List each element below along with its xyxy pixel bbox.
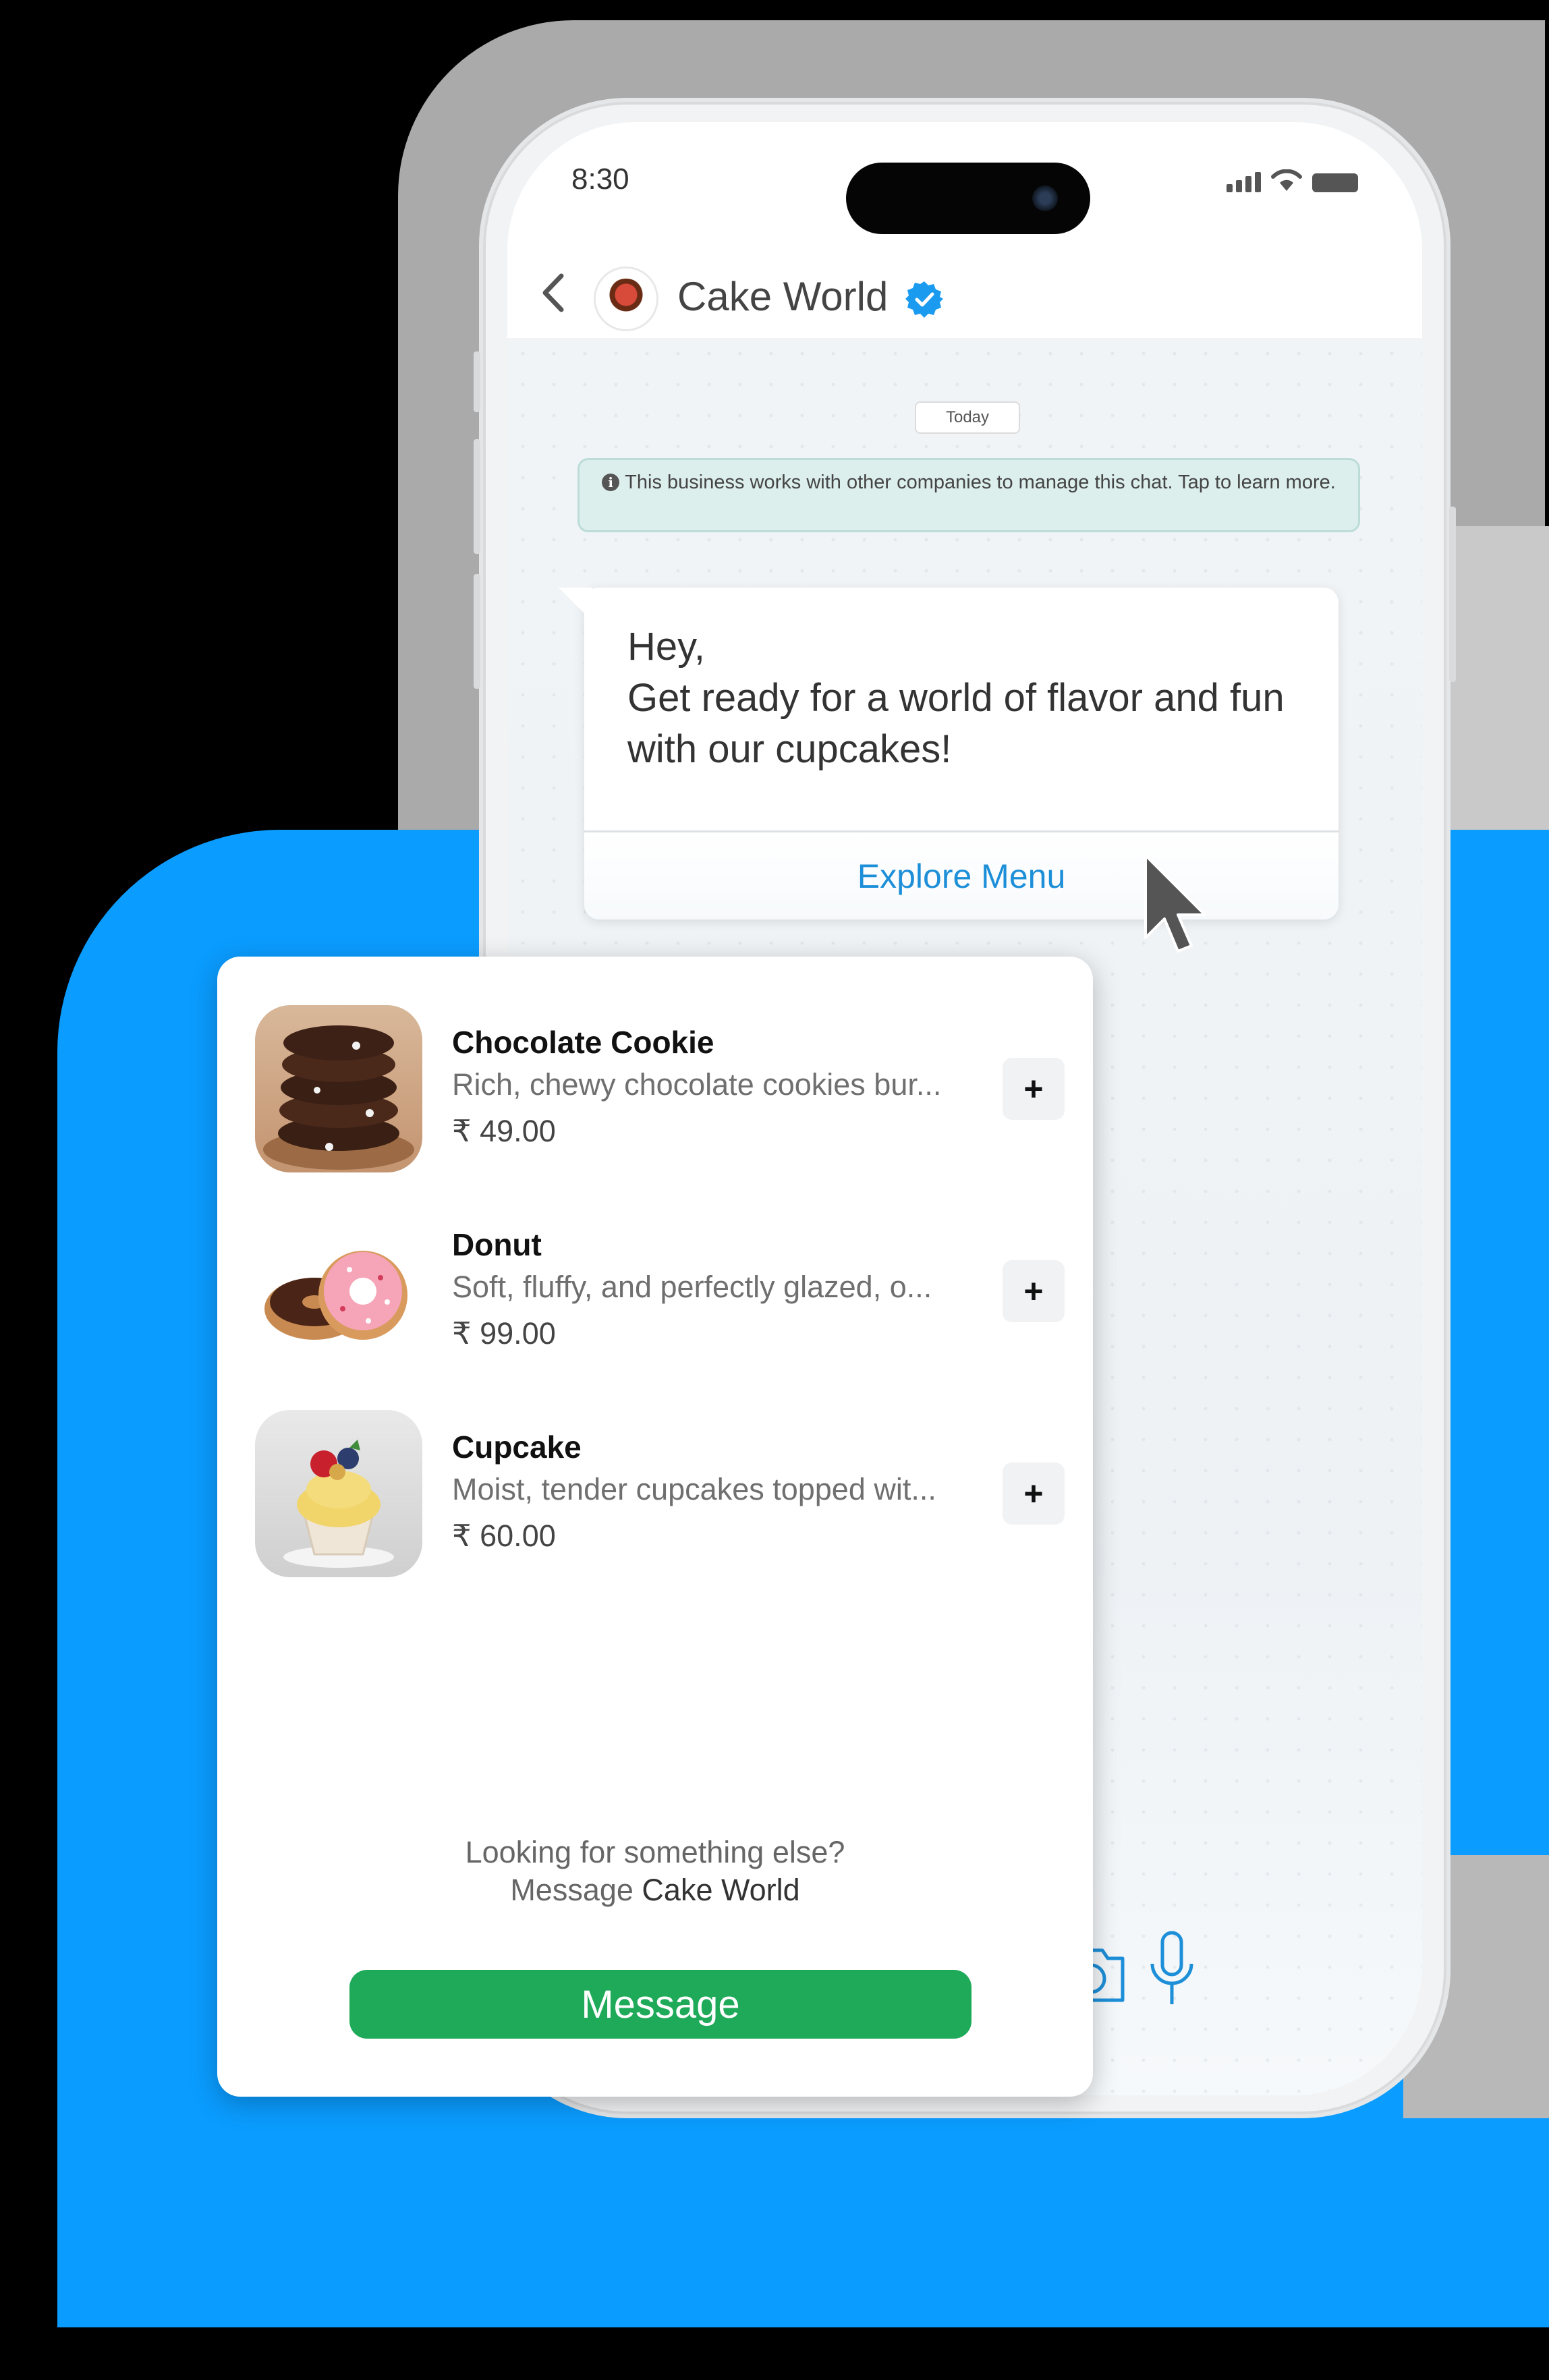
footer-prefix: Message	[510, 1873, 642, 1907]
message-line-greeting: Hey,	[627, 625, 705, 669]
chat-header: Cake World	[507, 244, 1422, 338]
business-notice[interactable]: i This business works with other companie…	[578, 458, 1360, 532]
date-chip: Today	[915, 401, 1020, 434]
item-price: ₹ 99.00	[452, 1316, 556, 1351]
business-avatar[interactable]	[594, 266, 658, 331]
front-camera	[1032, 186, 1058, 211]
message-bubble: Hey, Get ready for a world of flavor and…	[559, 588, 1339, 919]
menu-item[interactable]: Chocolate Cookie Rich, chewy chocolate c…	[255, 1005, 1071, 1174]
chocolate-cookie-image	[255, 1005, 422, 1172]
notice-text: This business works with other companies…	[625, 472, 1336, 493]
dynamic-island	[846, 163, 1090, 234]
back-chevron-icon[interactable]	[534, 269, 572, 316]
item-description: Moist, tender cupcakes topped wit...	[452, 1472, 936, 1506]
phone-side-button	[474, 351, 480, 412]
explore-menu-button[interactable]: Explore Menu	[584, 832, 1339, 919]
menu-footer-text: Looking for something else? Message Cake…	[217, 1834, 1093, 1909]
status-icons	[1227, 169, 1358, 192]
chat-title[interactable]: Cake World	[677, 273, 888, 320]
bubble-tail	[559, 588, 592, 621]
item-description: Soft, fluffy, and perfectly glazed, o...	[452, 1270, 932, 1304]
item-name: Donut	[452, 1227, 542, 1262]
add-item-button[interactable]: +	[1003, 1260, 1065, 1322]
add-item-button[interactable]: +	[1003, 1463, 1065, 1525]
product-menu-card: Chocolate Cookie Rich, chewy chocolate c…	[217, 957, 1093, 2097]
item-name: Cupcake	[452, 1429, 582, 1465]
phone-volume-down	[474, 574, 480, 689]
cake-logo-icon	[606, 279, 646, 319]
donut-image	[255, 1208, 422, 1375]
info-icon: i	[602, 474, 620, 491]
message-text: Hey, Get ready for a world of flavor and…	[627, 621, 1302, 775]
status-time: 8:30	[571, 163, 629, 196]
item-price: ₹ 60.00	[452, 1519, 556, 1553]
item-description: Rich, chewy chocolate cookies bur...	[452, 1067, 942, 1102]
verified-badge-icon	[905, 281, 943, 318]
footer-business-name: Cake World	[642, 1873, 800, 1907]
phone-volume-up	[474, 439, 480, 554]
phone-power-button	[1449, 507, 1456, 682]
message-button[interactable]: Message	[349, 1970, 971, 2039]
menu-item[interactable]: Cupcake Moist, tender cupcakes topped wi…	[255, 1410, 1071, 1579]
wifi-icon	[1271, 169, 1302, 191]
microphone-icon[interactable]	[1148, 1930, 1195, 2008]
battery-icon	[1312, 173, 1358, 192]
signal-icon	[1227, 172, 1261, 192]
item-name: Chocolate Cookie	[452, 1025, 714, 1060]
add-item-button[interactable]: +	[1003, 1058, 1065, 1120]
mouse-cursor-icon	[1144, 854, 1206, 953]
cupcake-image	[255, 1410, 422, 1577]
menu-item[interactable]: Donut Soft, fluffy, and perfectly glazed…	[255, 1208, 1071, 1376]
message-line-body: Get ready for a world of flavor and fun …	[627, 676, 1285, 771]
item-price: ₹ 49.00	[452, 1114, 556, 1148]
footer-line-message: Message Cake World	[217, 1871, 1093, 1909]
footer-line-question: Looking for something else?	[465, 1835, 845, 1869]
